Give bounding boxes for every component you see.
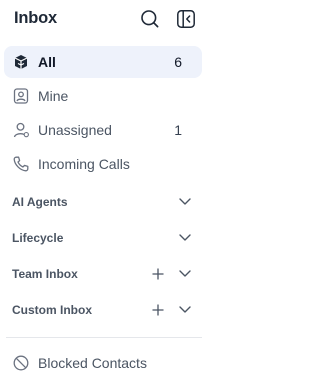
inbox-box-icon (14, 55, 28, 69)
chevron-down-icon[interactable] (178, 305, 192, 315)
nav-item-label: Mine (38, 88, 69, 104)
nav-item-label: All (38, 54, 56, 70)
section-ai-agents[interactable]: AI Agents (0, 187, 208, 217)
section-label: Lifecycle (12, 231, 64, 245)
search-icon (141, 10, 159, 28)
divider (6, 337, 202, 338)
sidebar-header: Inbox (0, 0, 208, 38)
section-label: Custom Inbox (12, 303, 92, 317)
nav-item-count: 6 (174, 54, 182, 70)
section-lifecycle[interactable]: Lifecycle (0, 223, 208, 253)
section-label: AI Agents (12, 195, 68, 209)
nav-item-all[interactable]: All 6 (4, 46, 202, 78)
chevron-down-icon[interactable] (178, 233, 192, 243)
sidebar-collapse-icon (177, 10, 195, 28)
nav-item-label: Unassigned (38, 122, 112, 138)
nav-item-mine[interactable]: Mine (4, 80, 202, 112)
block-icon (13, 355, 29, 371)
phone-icon (13, 156, 29, 172)
user-outline-icon (13, 122, 29, 138)
add-icon[interactable] (152, 304, 164, 316)
chevron-down-icon[interactable] (178, 197, 192, 207)
nav-item-blocked-contacts[interactable]: Blocked Contacts (4, 347, 202, 379)
section-team-inbox[interactable]: Team Inbox (0, 259, 208, 289)
nav-item-label: Incoming Calls (38, 156, 130, 172)
user-badge-icon (13, 88, 29, 104)
nav-item-unassigned[interactable]: Unassigned 1 (4, 114, 202, 146)
search-button[interactable] (140, 9, 160, 29)
add-icon[interactable] (152, 268, 164, 280)
section-label: Team Inbox (12, 267, 78, 281)
collapse-sidebar-button[interactable] (176, 9, 196, 29)
inbox-sidebar: Inbox All 6 Mine Unassigned 1 Incoming C… (0, 0, 208, 381)
nav-item-incoming-calls[interactable]: Incoming Calls (4, 148, 202, 180)
nav-item-count: 1 (174, 122, 182, 138)
chevron-down-icon[interactable] (178, 269, 192, 279)
section-custom-inbox[interactable]: Custom Inbox (0, 295, 208, 325)
page-title: Inbox (14, 9, 57, 27)
nav-item-label: Blocked Contacts (38, 355, 147, 371)
